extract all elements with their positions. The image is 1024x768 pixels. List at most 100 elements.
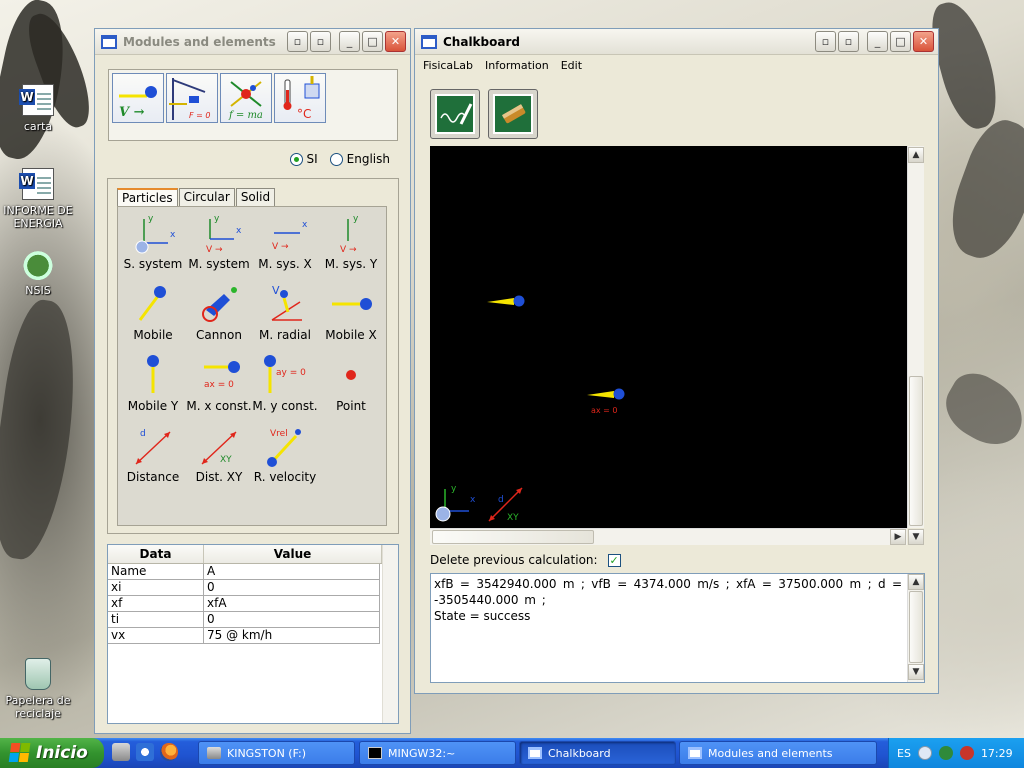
desktop-icon-recycle-bin[interactable]: Papelera de reciclaje — [0, 658, 76, 720]
output-scrollbar[interactable]: ▲ ▼ — [907, 574, 924, 682]
cell-value[interactable]: 0 — [204, 612, 380, 628]
statics-module-button[interactable]: F = 0 — [166, 73, 218, 123]
radio-si[interactable]: SI — [289, 152, 318, 166]
board-horizontal-scrollbar[interactable]: ▶ — [430, 528, 907, 545]
statics-icon: F = 0 — [169, 78, 210, 120]
scroll-right-icon[interactable]: ▶ — [890, 529, 906, 545]
extra-button-icon[interactable]: ▫ — [310, 31, 331, 52]
board-vertical-scrollbar[interactable]: ▲ — [907, 146, 924, 528]
modules-titlebar[interactable]: Modules and elements ▫ ▫ _ □ ✕ — [95, 29, 410, 55]
window-title: Chalkboard — [443, 34, 520, 49]
cell-value[interactable]: A — [204, 564, 380, 580]
table-row[interactable]: Name A — [108, 564, 398, 580]
results-output[interactable]: xfB = 3542940.000 m ; vfB = 4374.000 m/s… — [430, 573, 925, 683]
table-row[interactable]: xi 0 — [108, 580, 398, 596]
extra-button-icon[interactable]: ▫ — [287, 31, 308, 52]
window-icon — [101, 34, 117, 49]
desktop-icon-informe[interactable]: INFORME DE ENERGIA — [0, 168, 76, 230]
chevron-left-icon[interactable] — [917, 746, 932, 760]
table-row[interactable]: xf xfA — [108, 596, 398, 612]
table-scrollbar[interactable] — [382, 545, 398, 723]
radio-dot[interactable] — [329, 152, 343, 166]
desktop-icon-carta[interactable]: carta — [0, 84, 76, 133]
scroll-up-icon[interactable]: ▲ — [908, 147, 924, 163]
element-point[interactable]: Point — [316, 349, 386, 419]
element-m-sys-x[interactable]: x V → M. sys. X — [250, 207, 320, 277]
chalkboard-window: Chalkboard ▫ ▫ _ □ ✕ FisicaLab Informati… — [414, 28, 939, 694]
chalkboard-titlebar[interactable]: Chalkboard ▫ ▫ _ □ ✕ — [415, 29, 938, 55]
show-desktop-icon[interactable] — [112, 743, 130, 761]
heat-module-button[interactable]: °C — [274, 73, 326, 123]
element-m-radial[interactable]: V M. radial — [250, 278, 320, 348]
table-row[interactable]: ti 0 — [108, 612, 398, 628]
start-button[interactable]: Inicio — [0, 738, 104, 768]
scroll-thumb[interactable] — [909, 591, 923, 663]
board-mobile-b[interactable] — [487, 295, 525, 307]
radio-english[interactable]: English — [329, 152, 390, 166]
menu-fisicalab[interactable]: FisicaLab — [423, 59, 479, 72]
internet-explorer-icon[interactable] — [136, 743, 154, 761]
kinematics-module-button[interactable]: V → — [112, 73, 164, 123]
maximize-icon[interactable]: □ — [890, 31, 911, 52]
scroll-thumb[interactable] — [432, 530, 594, 544]
element-mobile[interactable]: Mobile — [118, 278, 188, 348]
desktop-icon-nsis[interactable]: NSIS — [0, 248, 76, 297]
element-s-system[interactable]: y x S. system — [118, 207, 188, 277]
firefox-icon[interactable] — [160, 743, 178, 761]
task-mingw32[interactable]: MINGW32:~ — [359, 741, 516, 765]
scroll-down-icon[interactable]: ▼ — [908, 529, 924, 545]
language-indicator[interactable]: ES — [897, 747, 911, 760]
minimize-icon[interactable]: _ — [867, 31, 888, 52]
extra-button-icon[interactable]: ▫ — [838, 31, 859, 52]
maximize-icon[interactable]: □ — [362, 31, 383, 52]
tab-particles[interactable]: Particles — [117, 188, 178, 206]
wallpaper-shape — [935, 364, 1024, 456]
element-label: M. radial — [259, 328, 311, 342]
task-label: MINGW32:~ — [388, 746, 456, 760]
task-modules[interactable]: Modules and elements — [679, 741, 877, 765]
scroll-down-icon[interactable]: ▼ — [908, 664, 924, 680]
close-icon[interactable]: ✕ — [913, 31, 934, 52]
minimize-icon[interactable]: _ — [339, 31, 360, 52]
warning-icon[interactable] — [959, 746, 974, 760]
cell-value[interactable]: 75 @ km/h — [204, 628, 380, 644]
element-mobile-x[interactable]: Mobile X — [316, 278, 386, 348]
board-mobile-a[interactable]: ax = 0 — [587, 388, 625, 416]
board-distance-xy[interactable]: d XY — [488, 487, 523, 523]
cell-value[interactable]: 0 — [204, 580, 380, 596]
distance-icon: d — [135, 429, 171, 465]
close-icon[interactable]: ✕ — [385, 31, 406, 52]
radio-dot[interactable] — [289, 152, 303, 166]
clear-button[interactable] — [488, 89, 538, 139]
network-icon[interactable] — [938, 746, 953, 760]
scroll-thumb[interactable] — [909, 376, 923, 526]
extra-button-icon[interactable]: ▫ — [815, 31, 836, 52]
cell-data: Name — [108, 564, 204, 580]
element-cannon[interactable]: Cannon — [184, 278, 254, 348]
chalkboard-canvas[interactable]: ax = 0 y x d XY — [430, 146, 907, 528]
element-m-y-const[interactable]: ay = 0 M. y const. — [250, 349, 320, 419]
svg-text:y: y — [451, 484, 457, 494]
scroll-up-icon[interactable]: ▲ — [908, 574, 924, 590]
menu-information[interactable]: Information — [479, 59, 555, 72]
table-row[interactable]: vx 75 @ km/h — [108, 628, 398, 644]
svg-text:°C: °C — [297, 107, 311, 121]
task-chalkboard[interactable]: Chalkboard — [519, 741, 676, 765]
element-dist-xy[interactable]: XY Dist. XY — [184, 420, 254, 490]
element-r-velocity[interactable]: Vrel R. velocity — [250, 420, 320, 490]
board-reference-system[interactable]: y x — [435, 484, 476, 522]
element-distance[interactable]: d Distance — [118, 420, 188, 490]
tab-circular[interactable]: Circular — [178, 188, 235, 206]
element-mobile-y[interactable]: Mobile Y — [118, 349, 188, 419]
element-m-system[interactable]: y x V → M. system — [184, 207, 254, 277]
menu-edit[interactable]: Edit — [555, 59, 588, 72]
tab-solid[interactable]: Solid — [235, 188, 276, 206]
task-kingston[interactable]: KINGSTON (F:) — [198, 741, 355, 765]
cell-value[interactable]: xfA — [204, 596, 380, 612]
delete-previous-checkbox[interactable]: ✓ — [607, 553, 621, 567]
element-data-table[interactable]: Data Value Name A xi 0 xf xfA ti 0 vx 75… — [107, 544, 399, 724]
dynamics-module-button[interactable]: f = ma — [220, 73, 272, 123]
element-m-sys-y[interactable]: y V → M. sys. Y — [316, 207, 386, 277]
element-m-x-const[interactable]: ax = 0 M. x const. — [184, 349, 254, 419]
solve-button[interactable] — [430, 89, 480, 139]
